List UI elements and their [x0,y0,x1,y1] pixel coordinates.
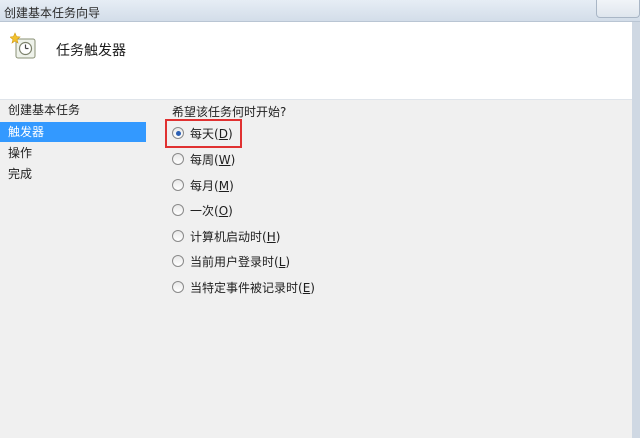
radio-button[interactable] [172,255,184,267]
radio-option-logon[interactable]: 当前用户登录时(L) [172,252,290,270]
radio-label: 当特定事件被记录时(E) [190,280,315,295]
radio-option-once[interactable]: 一次(O) [172,201,233,219]
sidebar-step-action[interactable]: 操作 [0,143,146,163]
wizard-body: 创建基本任务 触发器 操作 完成 希望该任务何时开始? 每天(D) 每周(W) … [0,100,632,438]
sidebar-step-trigger[interactable]: 触发器 [0,122,146,142]
wizard-header: 任务触发器 [0,22,632,100]
radio-option-monthly[interactable]: 每月(M) [172,176,234,194]
radio-label: 每天(D) [190,126,233,141]
page-heading: 任务触发器 [56,43,126,59]
radio-button[interactable] [172,204,184,216]
radio-button[interactable] [172,153,184,165]
window-title: 创建基本任务向导 [4,6,101,20]
trigger-options-panel: 希望该任务何时开始? 每天(D) 每周(W) 每月(M) 一次(O) 计算机启动… [160,100,630,438]
radio-option-event[interactable]: 当特定事件被记录时(E) [172,278,315,296]
trigger-question: 希望该任务何时开始? [172,105,287,119]
title-bar: 创建基本任务向导 [0,0,640,22]
radio-button[interactable] [172,281,184,293]
window-right-edge [632,22,640,438]
radio-button[interactable] [172,127,184,139]
wizard-steps-sidebar: 创建基本任务 触发器 操作 完成 [0,100,146,438]
radio-button[interactable] [172,230,184,242]
radio-option-weekly[interactable]: 每周(W) [172,150,235,168]
radio-option-startup[interactable]: 计算机启动时(H) [172,227,280,245]
sidebar-step-finish[interactable]: 完成 [0,164,146,184]
radio-option-daily[interactable]: 每天(D) [172,124,233,142]
radio-label: 当前用户登录时(L) [190,254,291,269]
close-button[interactable] [596,0,640,18]
wizard-window: 任务触发器 创建基本任务 触发器 操作 完成 希望该任务何时开始? 每天(D) … [0,22,632,438]
sidebar-step-create-task[interactable]: 创建基本任务 [0,100,146,120]
radio-label: 计算机启动时(H) [190,229,281,244]
task-scheduler-wizard-icon [10,32,36,59]
radio-label: 一次(O) [190,203,233,218]
radio-label: 每周(W) [190,152,236,167]
radio-label: 每月(M) [190,178,234,193]
radio-button[interactable] [172,179,184,191]
